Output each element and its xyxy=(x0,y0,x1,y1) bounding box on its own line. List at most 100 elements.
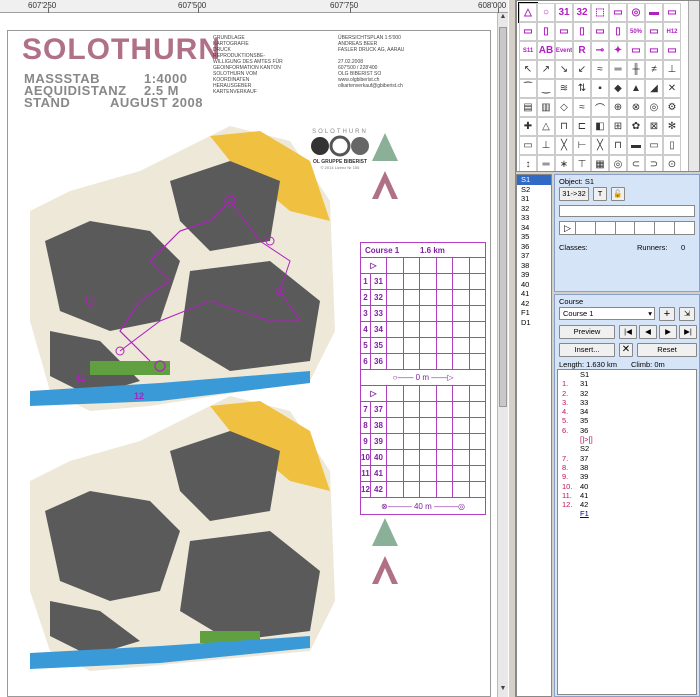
text-button[interactable]: T xyxy=(593,187,607,201)
symbol-tile[interactable]: 32 xyxy=(573,3,591,22)
object-text-field[interactable] xyxy=(559,205,695,217)
scroll-down-icon[interactable]: ▼ xyxy=(498,685,508,697)
course-control-list[interactable]: S1 1. 31 2. 32 3. 33 4. 34 5. 35 6. 36 []>[] S2 7. 37 8. 3… xyxy=(557,369,697,695)
object-list-item[interactable]: 42 xyxy=(517,299,551,309)
symbol-tile[interactable]: H12 xyxy=(663,22,681,41)
object-list-item[interactable]: 37 xyxy=(517,251,551,261)
symbol-tile-icon[interactable]: ⊤ xyxy=(573,155,591,171)
symbol-tile-icon[interactable]: ⊓ xyxy=(609,136,627,155)
course-list-item[interactable]: 12. 42 xyxy=(558,500,696,509)
symbol-tile-icon[interactable]: ◆ xyxy=(609,79,627,98)
symbol-tile-icon[interactable]: ▭ xyxy=(519,136,537,155)
symbol-tile[interactable]: ▭ xyxy=(663,41,681,60)
first-icon[interactable]: |◀ xyxy=(619,325,637,339)
symbol-tile-icon[interactable]: ⊠ xyxy=(645,117,663,136)
object-list-item[interactable]: 40 xyxy=(517,280,551,290)
symbol-tile-icon[interactable]: ⊢ xyxy=(573,136,591,155)
symbol-tile-icon[interactable]: ▯ xyxy=(663,136,681,155)
symbol-tile-icon[interactable]: ⊓ xyxy=(555,117,573,136)
object-list[interactable]: S1 S2 31 32 33 34 35 36 37 38 39 40 41 42 F1 D1 xyxy=(516,174,552,697)
preview-button[interactable]: Preview xyxy=(559,325,615,339)
symbol-tile[interactable]: ▭ xyxy=(645,22,663,41)
object-list-item[interactable]: 32 xyxy=(517,204,551,214)
symbol-tile-icon[interactable]: ⌒ xyxy=(591,98,609,117)
symbol-tile-icon[interactable]: ▪ xyxy=(591,79,609,98)
symbol-tile-icon[interactable]: ≋ xyxy=(555,79,573,98)
symbol-tile-icon[interactable]: ⚙ xyxy=(663,98,681,117)
symbol-tile-icon[interactable]: ⊕ xyxy=(609,98,627,117)
course-list-item[interactable]: 6. 36 xyxy=(558,426,696,435)
symbol-tile-icon[interactable]: ≠ xyxy=(645,60,663,79)
symbol-tile-icon[interactable]: ✿ xyxy=(627,117,645,136)
add-course-button[interactable]: + xyxy=(659,307,675,321)
symbol-tile-icon[interactable]: ╫ xyxy=(627,60,645,79)
symbol-tile[interactable]: ▭ xyxy=(519,22,537,41)
symbol-tile[interactable]: R xyxy=(573,41,591,60)
symbol-tile-icon[interactable]: ↗ xyxy=(537,60,555,79)
course-list-item[interactable]: []>[] xyxy=(558,435,696,444)
symbol-tile-icon[interactable]: ∗ xyxy=(555,155,573,171)
object-list-item[interactable]: S1 xyxy=(517,175,551,185)
course-list-item[interactable]: 8. 38 xyxy=(558,463,696,472)
object-list-item[interactable]: 41 xyxy=(517,289,551,299)
symbol-tile-icon[interactable]: ◇ xyxy=(555,98,573,117)
course-list-item[interactable]: S1 xyxy=(558,370,696,379)
symbol-tile-icon[interactable]: ▦ xyxy=(591,155,609,171)
symbol-tile[interactable]: ▯ xyxy=(537,22,555,41)
symbol-tile[interactable]: △ xyxy=(518,2,538,23)
symbol-tile-icon[interactable]: ◎ xyxy=(609,155,627,171)
symbol-tile-icon[interactable]: ✕ xyxy=(663,79,681,98)
next-icon[interactable]: ▶ xyxy=(659,325,677,339)
symbol-tile[interactable]: ⊸ xyxy=(591,41,609,60)
symbol-tile-icon[interactable]: ◧ xyxy=(591,117,609,136)
object-list-item[interactable]: F1 xyxy=(517,308,551,318)
symbol-tile-icon[interactable]: ╳ xyxy=(591,136,609,155)
symbol-tile-icon[interactable]: ≈ xyxy=(591,60,609,79)
symbol-tile-icon[interactable]: ≈ xyxy=(573,98,591,117)
object-list-item[interactable]: 39 xyxy=(517,270,551,280)
symbol-tile-icon[interactable]: ═ xyxy=(537,155,555,171)
course-list-item[interactable]: 1. 31 xyxy=(558,379,696,388)
symbol-tile[interactable]: ✦ xyxy=(609,41,627,60)
symbol-tile-icon[interactable]: ✻ xyxy=(663,117,681,136)
symbol-tile-icon[interactable]: ⊥ xyxy=(537,136,555,155)
symbol-tile[interactable]: ○ xyxy=(537,3,555,22)
symbol-tile[interactable]: ▯ xyxy=(573,22,591,41)
symbol-tile[interactable]: 50% xyxy=(627,22,645,41)
course-list-item[interactable]: 5. 35 xyxy=(558,416,696,425)
symbol-tile-icon[interactable]: ⊃ xyxy=(645,155,663,171)
course-select[interactable]: Course 1 ▾ xyxy=(559,307,655,320)
symbol-tile-icon[interactable]: ↘ xyxy=(555,60,573,79)
symbol-tile-icon[interactable]: ▬ xyxy=(627,136,645,155)
symbol-tile[interactable]: ▭ xyxy=(627,41,645,60)
symbol-tile-icon[interactable]: ▭ xyxy=(645,136,663,155)
delete-icon[interactable]: ✕ xyxy=(619,343,633,357)
symbol-tile[interactable]: AB xyxy=(537,41,555,60)
symbol-tile-icon[interactable]: ↕ xyxy=(519,155,537,171)
course-list-item[interactable]: 2. 32 xyxy=(558,389,696,398)
symbol-tile[interactable]: ▯ xyxy=(609,22,627,41)
symbol-tile-icon[interactable]: ╳ xyxy=(555,136,573,155)
symbol-tile-icon[interactable]: ⇅ xyxy=(573,79,591,98)
object-list-item[interactable]: 34 xyxy=(517,223,551,233)
symbol-tile-icon[interactable]: ↙ xyxy=(573,60,591,79)
last-icon[interactable]: ▶| xyxy=(679,325,697,339)
symbol-tile-icon[interactable]: ⊗ xyxy=(627,98,645,117)
route-button[interactable]: 31->32 xyxy=(559,187,589,201)
symbol-tile[interactable]: ◎ xyxy=(627,3,645,22)
symbol-tile-icon[interactable]: ◎ xyxy=(645,98,663,117)
symbol-tile-icon[interactable]: ↖ xyxy=(519,60,537,79)
scroll-up-icon[interactable]: ▲ xyxy=(498,13,508,25)
object-list-item[interactable]: D1 xyxy=(517,318,551,328)
object-list-item[interactable]: S2 xyxy=(517,185,551,195)
symbol-tile-icon[interactable]: ⊥ xyxy=(663,60,681,79)
symbol-tile[interactable]: ▭ xyxy=(609,3,627,22)
symbol-tile-icon[interactable]: ▤ xyxy=(519,98,537,117)
symbol-tile-icon[interactable]: ▥ xyxy=(537,98,555,117)
symbol-tile-icon[interactable]: ▲ xyxy=(627,79,645,98)
prev-icon[interactable]: ◀ xyxy=(639,325,657,339)
object-list-item[interactable]: 33 xyxy=(517,213,551,223)
symbol-tile[interactable]: ▭ xyxy=(645,41,663,60)
symbol-tile-icon[interactable]: ⁀ xyxy=(519,79,537,98)
symbol-tile[interactable]: S11 xyxy=(519,41,537,60)
